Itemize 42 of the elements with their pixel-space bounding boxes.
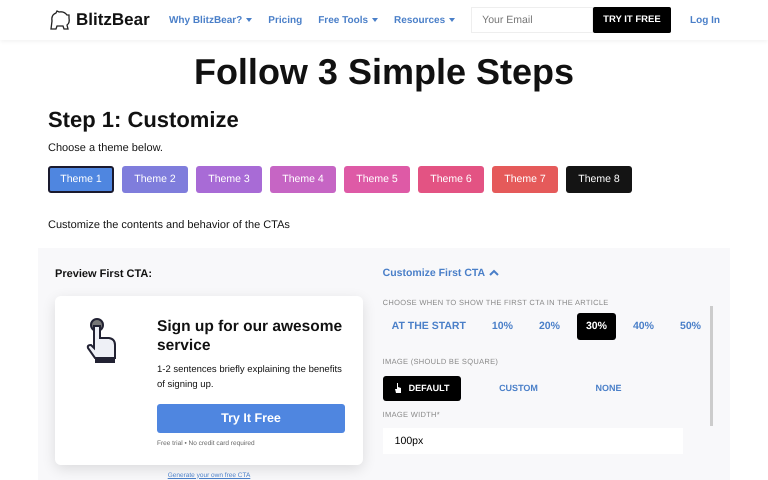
cta-text: 1-2 sentences briefly explaining the benefits of signing up. bbox=[157, 363, 343, 392]
try-it-free-button[interactable]: Try It Free bbox=[157, 404, 345, 433]
nav-link[interactable]: Pricing bbox=[268, 12, 302, 28]
position-option[interactable]: 30% bbox=[576, 312, 616, 340]
preview-label: Preview First CTA: bbox=[55, 266, 153, 282]
theme-button[interactable]: Theme 7 bbox=[492, 166, 558, 194]
nav-link[interactable]: Resources bbox=[394, 12, 456, 28]
bear-logo-icon bbox=[48, 9, 72, 31]
position-option[interactable]: AT THE START bbox=[382, 312, 475, 340]
login-link[interactable]: Log In bbox=[690, 12, 720, 28]
nav-link[interactable]: Why BlitzBear? bbox=[168, 12, 252, 28]
cta-heading: Sign up for our awesome service bbox=[157, 318, 344, 356]
caret-icon bbox=[372, 18, 378, 22]
position-option[interactable]: 10% bbox=[482, 312, 522, 340]
intro-text: Customize the contents and behavior of the CTAs bbox=[48, 218, 291, 234]
theme-button[interactable]: Theme 8 bbox=[566, 166, 632, 194]
theme-button[interactable]: Theme 3 bbox=[196, 166, 262, 194]
scrollbar[interactable] bbox=[710, 306, 713, 426]
image-option[interactable]: DEFAULT bbox=[382, 376, 462, 402]
theme-button[interactable]: Theme 1 bbox=[48, 166, 114, 194]
hand-icon bbox=[394, 383, 401, 394]
image-option[interactable]: NONE bbox=[575, 376, 642, 402]
position-option[interactable]: 20% bbox=[530, 312, 569, 340]
image-width-field[interactable]: 100px bbox=[382, 428, 683, 454]
customize-heading[interactable]: Customize First CTA bbox=[382, 266, 486, 282]
image-option[interactable]: CUSTOM bbox=[485, 376, 552, 402]
page-title: Follow 3 Simple Steps bbox=[192, 50, 576, 94]
step-hint: Choose a theme below. bbox=[48, 140, 164, 156]
position-option[interactable]: 40% bbox=[624, 312, 663, 340]
theme-button[interactable]: Theme 6 bbox=[418, 166, 484, 194]
position-option[interactable]: 50% bbox=[670, 312, 710, 340]
caret-icon bbox=[246, 18, 252, 22]
nav-link[interactable]: Free Tools bbox=[318, 12, 378, 28]
theme-button[interactable]: Theme 5 bbox=[344, 166, 410, 194]
theme-button[interactable]: Theme 2 bbox=[122, 166, 188, 194]
chevron-icon[interactable] bbox=[489, 269, 500, 278]
theme-button[interactable]: Theme 4 bbox=[270, 166, 336, 194]
step-heading: Step 1: Customize bbox=[48, 107, 240, 134]
email-field[interactable]: Your Email bbox=[471, 7, 594, 33]
try-free-button[interactable]: TRY IT FREE bbox=[593, 7, 671, 33]
caret-icon bbox=[449, 18, 456, 22]
brand-name[interactable]: BlitzBear bbox=[76, 7, 150, 33]
